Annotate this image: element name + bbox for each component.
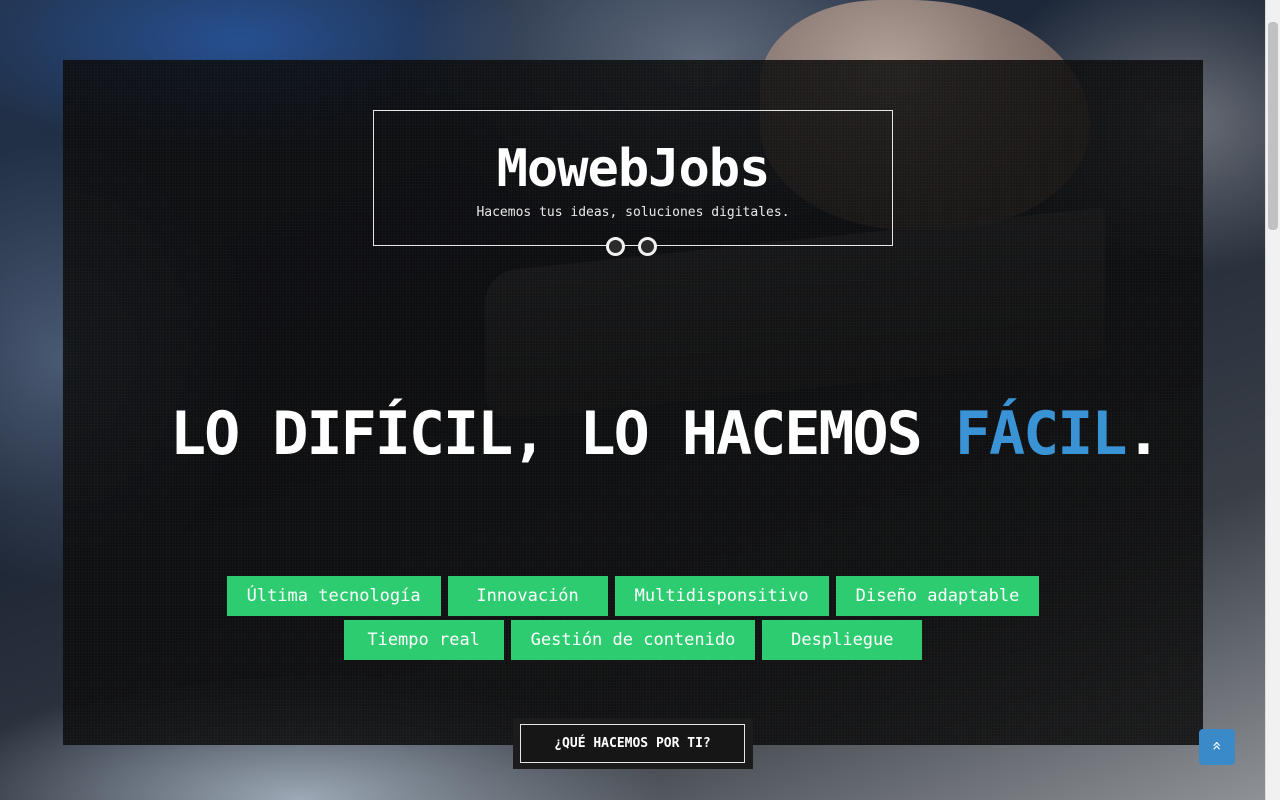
headline-main: LO DIFÍCIL, LO HACEMOS	[170, 399, 955, 469]
slider-dot-1[interactable]	[606, 237, 625, 256]
brand-box: MowebJobs Hacemos tus ideas, soluciones …	[373, 110, 893, 246]
site-title: MowebJobs	[496, 139, 771, 199]
headline-end: .	[1125, 399, 1161, 469]
scrollbar-thumb[interactable]	[1268, 22, 1278, 230]
feature-tag[interactable]: Diseño adaptable	[835, 576, 1040, 616]
feature-tag[interactable]: Tiempo real	[343, 620, 504, 660]
feature-tag[interactable]: Multidisponsitivo	[614, 576, 829, 616]
slider-dot-2[interactable]	[638, 237, 657, 256]
double-chevron-up-icon: «	[1207, 741, 1227, 751]
feature-tag[interactable]: Innovación	[447, 576, 608, 616]
feature-tag[interactable]: Gestión de contenido	[510, 620, 756, 660]
headline-accent: FÁCIL	[954, 399, 1128, 469]
cta-container: ¿QUÉ HACEMOS POR TI?	[513, 718, 753, 769]
what-we-do-button[interactable]: ¿QUÉ HACEMOS POR TI?	[520, 724, 745, 763]
feature-tags: Última tecnología Innovación Multidispon…	[150, 576, 1116, 660]
feature-tag[interactable]: Despliegue	[762, 620, 923, 660]
site-tagline: Hacemos tus ideas, soluciones digitales.	[476, 205, 790, 220]
page-scrollbar[interactable]	[1265, 0, 1280, 800]
scroll-to-top-button[interactable]: «	[1199, 729, 1235, 765]
hero-headline: LO DIFÍCIL, LO HACEMOS FÁCIL.	[170, 398, 1162, 470]
feature-tag[interactable]: Última tecnología	[226, 576, 441, 616]
